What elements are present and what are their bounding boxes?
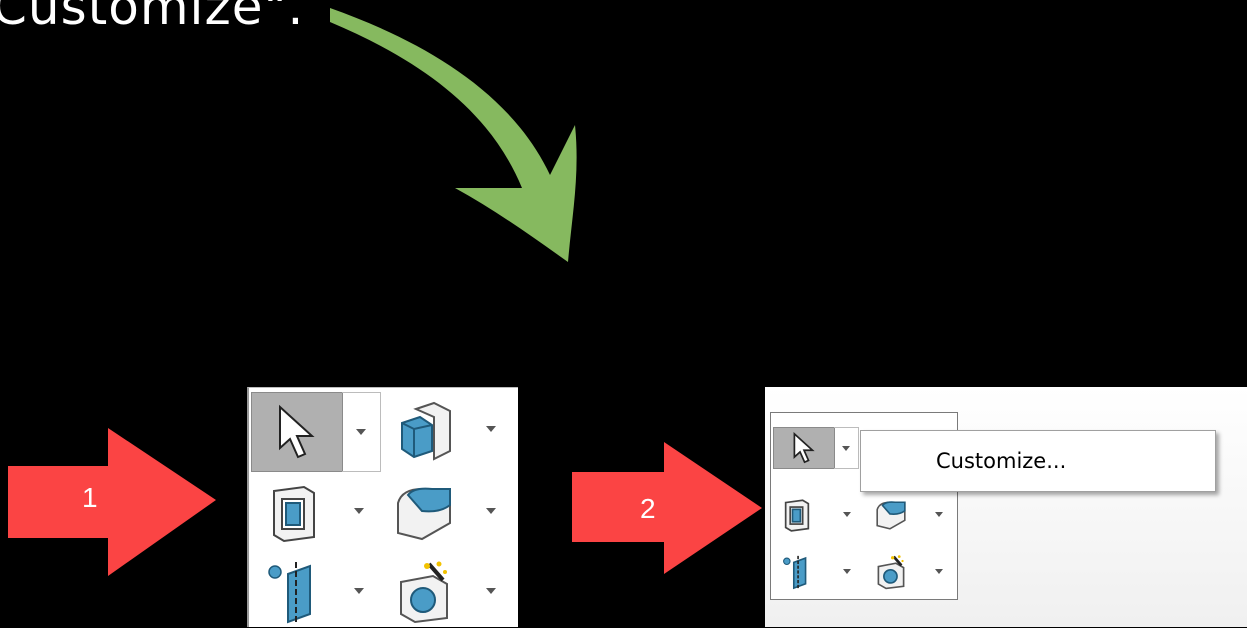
hole-wizard-dropdown-small[interactable] [935, 569, 943, 574]
reference-plane-icon [783, 555, 807, 590]
reference-plane-dropdown-small[interactable] [843, 569, 851, 574]
callout-number-2: 2 [640, 493, 656, 524]
hole-wizard-icon [877, 555, 905, 590]
fillet-icon [876, 501, 906, 530]
menu-item-customize[interactable]: Customize... [936, 449, 1066, 473]
extruded-boss-dropdown[interactable] [486, 426, 496, 432]
curved-arrow-icon [330, 8, 577, 262]
cut-extrude-icon [273, 485, 315, 543]
cut-extrude-dropdown-small[interactable] [843, 512, 851, 517]
reference-plane-button[interactable] [259, 556, 329, 628]
fillet-icon [397, 487, 451, 541]
select-button-small[interactable] [773, 427, 835, 469]
fillet-button-small[interactable] [871, 495, 911, 535]
select-dropdown-button-small[interactable] [834, 427, 859, 469]
callout-arrow-1 [8, 428, 216, 576]
extruded-boss-button[interactable] [389, 394, 459, 468]
cut-extrude-button-small[interactable] [777, 495, 817, 535]
callout-arrow-2 [572, 442, 762, 574]
fillet-dropdown[interactable] [486, 508, 496, 514]
extruded-boss-icon [401, 401, 451, 461]
hole-wizard-button-small[interactable] [871, 551, 911, 593]
hole-wizard-icon [400, 561, 448, 624]
select-dropdown-button[interactable] [342, 392, 381, 472]
select-button[interactable] [251, 392, 343, 472]
fillet-button[interactable] [389, 476, 459, 550]
cut-extrude-button[interactable] [259, 476, 329, 550]
cut-extrude-icon [784, 499, 810, 532]
hole-wizard-dropdown[interactable] [486, 588, 496, 594]
reference-plane-icon [268, 562, 311, 624]
cut-extrude-dropdown[interactable] [354, 508, 364, 514]
caption-text: Customize". [0, 0, 305, 36]
reference-plane-button-small[interactable] [777, 551, 817, 593]
fillet-dropdown-small[interactable] [935, 512, 943, 517]
toolbar-panel-large [247, 387, 518, 627]
reference-plane-dropdown[interactable] [354, 588, 364, 594]
hole-wizard-button[interactable] [389, 556, 459, 628]
select-pointer-icon [279, 404, 315, 459]
callout-number-1: 1 [82, 482, 98, 513]
select-pointer-icon [793, 432, 815, 464]
context-menu: Customize... [860, 430, 1216, 492]
